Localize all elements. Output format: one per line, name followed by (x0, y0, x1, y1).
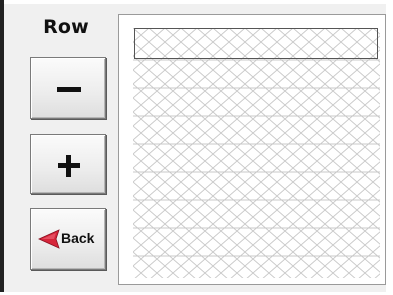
window-right-edge (386, 0, 393, 295)
back-label: Back (61, 230, 95, 246)
minus-icon (57, 87, 81, 92)
window-left-edge (0, 0, 4, 295)
window-top-edge (0, 0, 393, 4)
row-grid-panel (118, 14, 386, 285)
selected-row-highlight[interactable] (134, 28, 378, 59)
add-row-button[interactable] (30, 134, 106, 194)
row-editor-window: Row Back (0, 0, 393, 295)
row-title: Row (43, 16, 89, 38)
back-button[interactable]: Back (30, 208, 106, 270)
remove-row-button[interactable] (30, 57, 106, 119)
left-arrow-icon (38, 229, 60, 249)
row-grid[interactable] (133, 28, 380, 278)
